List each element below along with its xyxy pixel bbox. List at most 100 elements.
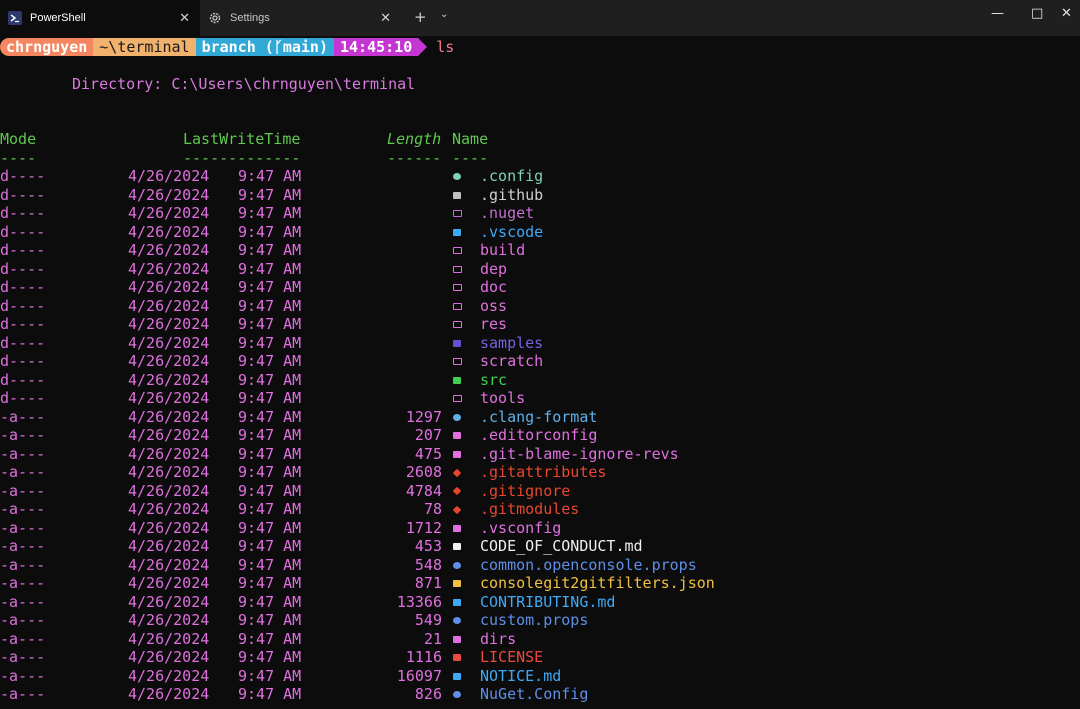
entry-date: 4/26/2024 bbox=[128, 333, 210, 352]
list-item: d---- 4/26/2024 9:47 AM .nuget bbox=[0, 204, 1080, 223]
list-item: d---- 4/26/2024 9:47 AM scratch bbox=[0, 352, 1080, 371]
entry-name: .nuget bbox=[480, 204, 535, 222]
entry-name: samples bbox=[480, 333, 544, 352]
entry-date: 4/26/2024 bbox=[128, 426, 210, 444]
folder-filled-icon bbox=[452, 186, 462, 205]
tab-settings[interactable]: Settings ✕ bbox=[200, 0, 401, 36]
header-length: Length bbox=[387, 130, 442, 148]
entry-mode: -a--- bbox=[0, 518, 46, 537]
entry-length: 826 bbox=[414, 685, 442, 703]
entry-date: 4/26/2024 bbox=[128, 167, 210, 185]
list-item: -a--- 4/26/2024 9:47 AM 1297 .clang-format bbox=[0, 408, 1080, 427]
gear-icon bbox=[452, 685, 462, 704]
gear-icon bbox=[452, 408, 462, 427]
entry-date: 4/26/2024 bbox=[128, 666, 210, 685]
listing-header: Mode LastWriteTime Length Name ---- ----… bbox=[0, 130, 1080, 167]
entry-name: .git-blame-ignore-revs bbox=[480, 444, 679, 463]
list-item: -a--- 4/26/2024 9:47 AM 826 NuGet.Config bbox=[0, 685, 1080, 704]
entry-date: 4/26/2024 bbox=[128, 296, 210, 315]
list-item: -a--- 4/26/2024 9:47 AM 453 CODE_OF_CONDUCT.… bbox=[0, 537, 1080, 556]
entry-length: 78 bbox=[423, 500, 442, 518]
entry-mode: -a--- bbox=[0, 685, 46, 703]
entry-date: 4/26/2024 bbox=[128, 241, 210, 259]
folder-icon bbox=[452, 389, 462, 408]
entry-date: 4/26/2024 bbox=[128, 389, 210, 407]
entry-time: 9:47 AM bbox=[238, 167, 302, 185]
list-item: d---- 4/26/2024 9:47 AM .vscode bbox=[0, 223, 1080, 242]
list-item: d---- 4/26/2024 9:47 AM oss bbox=[0, 297, 1080, 316]
entry-mode: d---- bbox=[0, 278, 46, 296]
git-icon bbox=[452, 500, 462, 519]
list-item: d---- 4/26/2024 9:47 AM src bbox=[0, 371, 1080, 390]
entry-mode: d---- bbox=[0, 204, 46, 222]
entry-time: 9:47 AM bbox=[238, 518, 302, 537]
powershell-icon bbox=[8, 11, 22, 25]
entry-time: 9:47 AM bbox=[238, 333, 302, 352]
close-tab-icon[interactable]: ✕ bbox=[179, 10, 190, 26]
entry-time: 9:47 AM bbox=[238, 370, 302, 389]
entry-date: 4/26/2024 bbox=[128, 574, 210, 592]
new-tab-button[interactable]: + bbox=[414, 8, 427, 26]
minimize-button[interactable]: — bbox=[991, 6, 1004, 21]
markdown-icon bbox=[452, 593, 462, 612]
list-item: -a--- 4/26/2024 9:47 AM 2608 .gitattributes bbox=[0, 463, 1080, 482]
entry-name: dirs bbox=[480, 629, 517, 648]
header-name: Name bbox=[452, 130, 489, 148]
entry-date: 4/26/2024 bbox=[128, 463, 210, 481]
title-bar: PowerShell ✕ Settings ✕ + ⌄ — □ ✕ bbox=[0, 0, 1080, 36]
list-item: -a--- 4/26/2024 9:47 AM 13366 CONTRIBUTING.m… bbox=[0, 593, 1080, 612]
header-mode: Mode bbox=[0, 130, 37, 148]
git-icon bbox=[452, 463, 462, 482]
entry-name: .editorconfig bbox=[480, 426, 598, 444]
entry-time: 9:47 AM bbox=[238, 481, 302, 500]
entry-mode: -a--- bbox=[0, 574, 46, 592]
entry-name: dep bbox=[480, 259, 508, 278]
list-item: d---- 4/26/2024 9:47 AM .github bbox=[0, 186, 1080, 205]
tab-label: Settings bbox=[230, 12, 270, 24]
list-item: d---- 4/26/2024 9:47 AM .config bbox=[0, 167, 1080, 186]
entry-date: 4/26/2024 bbox=[128, 629, 210, 648]
entry-date: 4/26/2024 bbox=[128, 611, 210, 629]
entry-mode: -a--- bbox=[0, 629, 46, 648]
entry-time: 9:47 AM bbox=[238, 648, 302, 666]
underline-mode: ---- bbox=[0, 148, 37, 167]
entry-time: 9:47 AM bbox=[238, 463, 302, 481]
entry-time: 9:47 AM bbox=[238, 352, 302, 370]
entry-name: oss bbox=[480, 296, 508, 315]
list-item: -a--- 4/26/2024 9:47 AM 1116 LICENSE bbox=[0, 648, 1080, 667]
chevron-down-icon[interactable]: ⌄ bbox=[440, 9, 448, 20]
entry-name: scratch bbox=[480, 352, 544, 370]
entry-time: 9:47 AM bbox=[238, 537, 302, 555]
entry-date: 4/26/2024 bbox=[128, 259, 210, 278]
entry-mode: -a--- bbox=[0, 463, 46, 481]
entry-mode: d---- bbox=[0, 241, 46, 259]
file-listing: d---- 4/26/2024 9:47 AM .config d---- 4/26/20… bbox=[0, 167, 1080, 704]
entry-time: 9:47 AM bbox=[238, 592, 302, 611]
terminal-output[interactable]: chrnguyen ~\terminal branch (ᚴmain) 14:4… bbox=[0, 36, 1080, 709]
list-item: d---- 4/26/2024 9:47 AM res bbox=[0, 315, 1080, 334]
entry-time: 9:47 AM bbox=[238, 426, 302, 444]
entry-time: 9:47 AM bbox=[238, 259, 302, 278]
entry-mode: d---- bbox=[0, 296, 46, 315]
entry-length: 475 bbox=[414, 444, 442, 463]
entry-mode: -a--- bbox=[0, 407, 46, 426]
close-tab-icon[interactable]: ✕ bbox=[380, 10, 391, 26]
entry-mode: -a--- bbox=[0, 555, 46, 574]
close-window-button[interactable]: ✕ bbox=[1061, 6, 1072, 21]
entry-length: 549 bbox=[414, 611, 442, 629]
entry-length: 4784 bbox=[405, 481, 442, 500]
prompt-arrow-icon bbox=[418, 38, 428, 56]
prompt-command: ls bbox=[436, 37, 455, 56]
entry-time: 9:47 AM bbox=[238, 278, 302, 296]
tab-powershell[interactable]: PowerShell ✕ bbox=[0, 0, 200, 36]
entry-time: 9:47 AM bbox=[238, 685, 302, 703]
entry-name: common.openconsole.props bbox=[480, 555, 697, 574]
entry-time: 9:47 AM bbox=[238, 407, 302, 426]
folder-icon bbox=[452, 260, 462, 279]
entry-length: 1712 bbox=[405, 518, 442, 537]
entry-mode: d---- bbox=[0, 315, 46, 333]
entry-name: doc bbox=[480, 278, 508, 296]
entry-name: LICENSE bbox=[480, 648, 544, 666]
maximize-button[interactable]: □ bbox=[1031, 6, 1043, 21]
entry-time: 9:47 AM bbox=[238, 555, 302, 574]
